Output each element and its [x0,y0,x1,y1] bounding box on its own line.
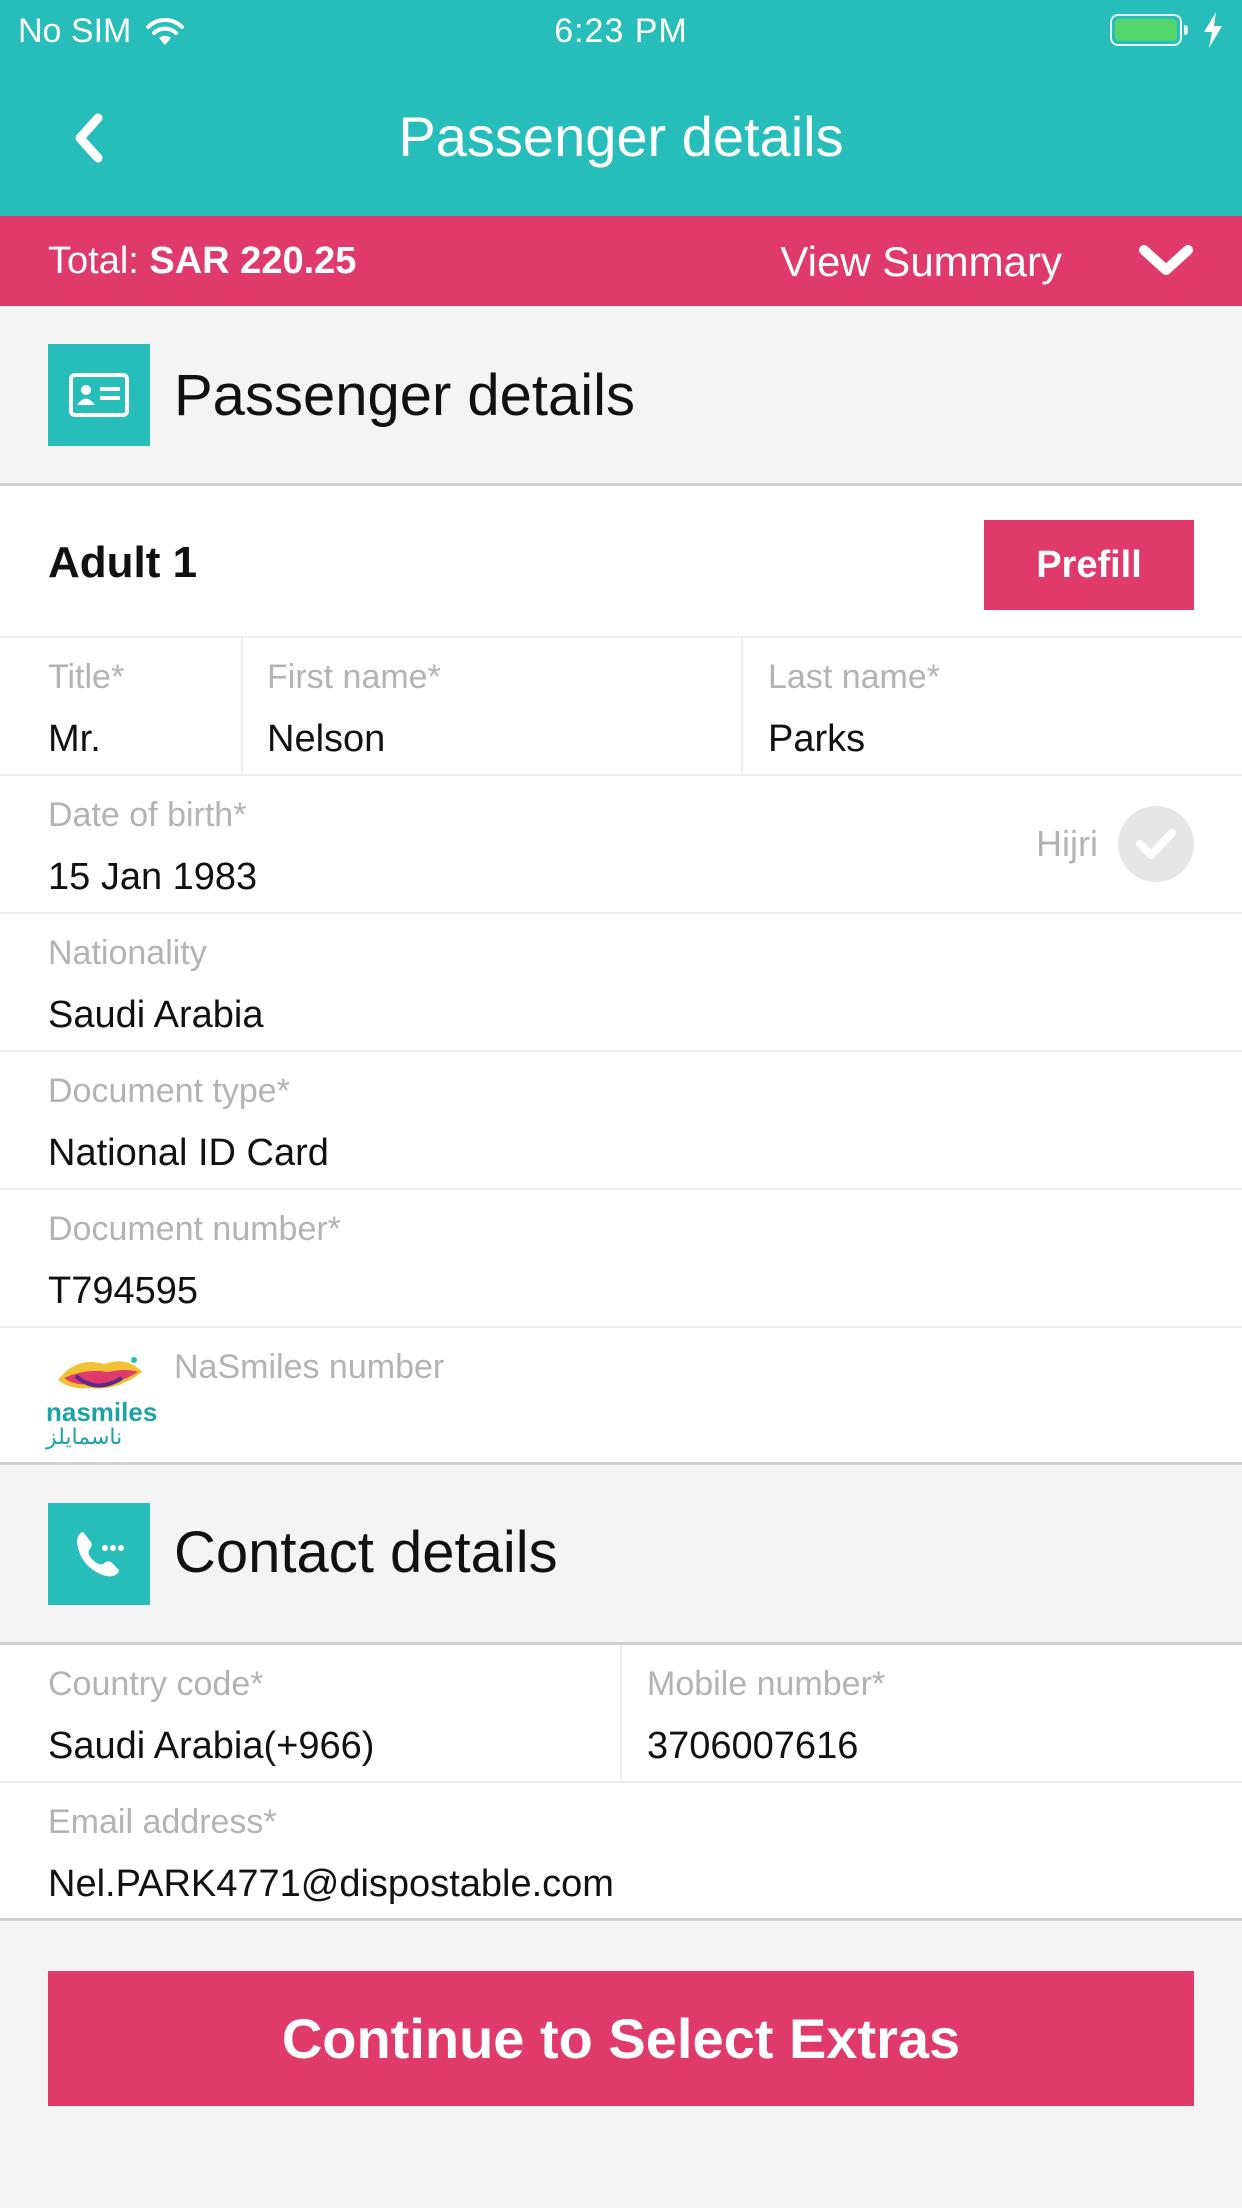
nasmiles-logo-text-arabic: ناسمايلز [46,1424,123,1449]
dob-label: Date of birth* [48,796,247,834]
nationality-field[interactable]: Nationality Saudi Arabia [48,914,1148,1050]
nasmiles-logo: nasmiles ناسمايلز [46,1350,158,1450]
total-price: Total: SAR 220.25 [48,240,356,283]
last-name-field[interactable]: Last name* Parks [768,638,1208,774]
charging-icon [1204,12,1222,48]
nav-bar: Passenger details [0,62,1242,216]
document-number-value: T794595 [48,1270,199,1312]
nasmiles-row: nasmiles ناسمايلز NaSmiles number [0,1328,1242,1462]
divider [620,1645,622,1781]
status-time: 6:23 PM [554,12,688,50]
passenger-section-header: Passenger details [0,306,1242,486]
nasmiles-number-field[interactable]: NaSmiles number [174,1328,1154,1462]
divider [741,638,743,774]
phone-icon [48,1503,150,1605]
title-label: Title* [48,658,125,696]
dob-field[interactable]: Date of birth* 15 Jan 1983 [48,776,848,912]
country-code-label: Country code* [48,1665,264,1703]
hijri-toggle[interactable]: Hijri [1036,806,1194,882]
dob-value: 15 Jan 1983 [48,856,258,898]
title-field[interactable]: Title* Mr. [48,638,238,774]
nasmiles-smile-icon [58,1357,142,1389]
document-type-label: Document type* [48,1072,290,1110]
nasmiles-number-label: NaSmiles number [174,1348,445,1386]
continue-button[interactable]: Continue to Select Extras [48,1971,1194,2106]
last-name-value: Parks [768,718,866,760]
section-title-contact: Contact details [174,1520,558,1585]
phone-row: Country code* Saudi Arabia(+966) Mobile … [0,1645,1242,1783]
status-bar: No SIM 6:23 PM [0,0,1242,62]
document-type-field[interactable]: Document type* National ID Card [48,1052,1148,1188]
nationality-row: Nationality Saudi Arabia [0,914,1242,1052]
id-card-icon [48,344,150,446]
mobile-number-field[interactable]: Mobile number* 3706007616 [647,1645,1207,1781]
first-name-label: First name* [267,658,441,696]
battery-icon [1110,14,1188,46]
total-label: Total: [48,240,139,282]
document-type-value: National ID Card [48,1132,329,1174]
first-name-value: Nelson [267,718,386,760]
document-number-field[interactable]: Document number* T794595 [48,1190,1148,1326]
nationality-value: Saudi Arabia [48,994,264,1036]
dob-row: Date of birth* 15 Jan 1983 Hijri [0,776,1242,914]
email-value: Nel.PARK4771@dispostable.com [48,1863,614,1905]
mobile-number-value: 3706007616 [647,1725,859,1767]
checkmark-icon[interactable] [1118,806,1194,882]
chevron-down-icon[interactable] [1136,236,1196,286]
nasmiles-logo-text: nasmiles [46,1397,158,1427]
hijri-label: Hijri [1036,823,1098,864]
country-code-value: Saudi Arabia(+966) [48,1725,375,1767]
page-title: Passenger details [398,105,844,168]
contact-section-header: Contact details [0,1462,1242,1645]
prefill-button[interactable]: Prefill [984,520,1194,610]
mobile-number-label: Mobile number* [647,1665,886,1703]
document-type-row: Document type* National ID Card [0,1052,1242,1190]
document-number-label: Document number* [48,1210,341,1248]
name-row: Title* Mr. First name* Nelson Last name*… [0,638,1242,776]
view-summary-link[interactable]: View Summary [780,238,1062,286]
email-label: Email address* [48,1803,277,1841]
email-field[interactable]: Email address* Nel.PARK4771@dispostable.… [48,1783,1198,1918]
total-summary-bar: Total: SAR 220.25 View Summary [0,216,1242,306]
country-code-field[interactable]: Country code* Saudi Arabia(+966) [48,1645,608,1781]
adult-header-row: Adult 1 Prefill [0,486,1242,638]
section-title-passenger: Passenger details [174,363,636,428]
divider [241,638,243,774]
last-name-label: Last name* [768,658,940,696]
title-value: Mr. [48,718,101,760]
nationality-label: Nationality [48,934,207,972]
document-number-row: Document number* T794595 [0,1190,1242,1328]
first-name-field[interactable]: First name* Nelson [267,638,737,774]
total-value: SAR 220.25 [149,240,357,282]
adult-label: Adult 1 [48,538,198,587]
email-row: Email address* Nel.PARK4771@dispostable.… [0,1783,1242,1921]
